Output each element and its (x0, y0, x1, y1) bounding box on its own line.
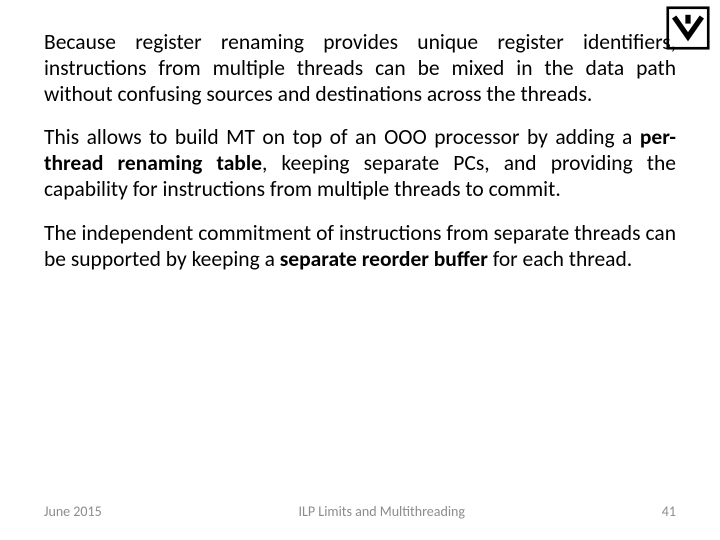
footer-page-number: 41 (662, 503, 676, 520)
paragraph-2: This allows to build MT on top of an OOO… (44, 125, 676, 202)
slide: Because register renaming provides uniqu… (0, 0, 720, 540)
text: Because register renaming provides uniqu… (44, 29, 676, 107)
footer-date: June 2015 (44, 503, 102, 520)
bold-text: separate reorder buffer (280, 246, 488, 272)
content-area: Because register renaming provides uniqu… (44, 30, 676, 290)
paragraph-1: Because register renaming provides uniqu… (44, 30, 676, 107)
text: This allows to build MT on top of an OOO… (44, 124, 640, 150)
paragraph-3: The independent commitment of instructio… (44, 221, 676, 273)
text: for each thread. (488, 246, 632, 272)
footer-title: ILP Limits and Multithreading (102, 503, 662, 520)
footer: June 2015 ILP Limits and Multithreading … (44, 503, 676, 520)
